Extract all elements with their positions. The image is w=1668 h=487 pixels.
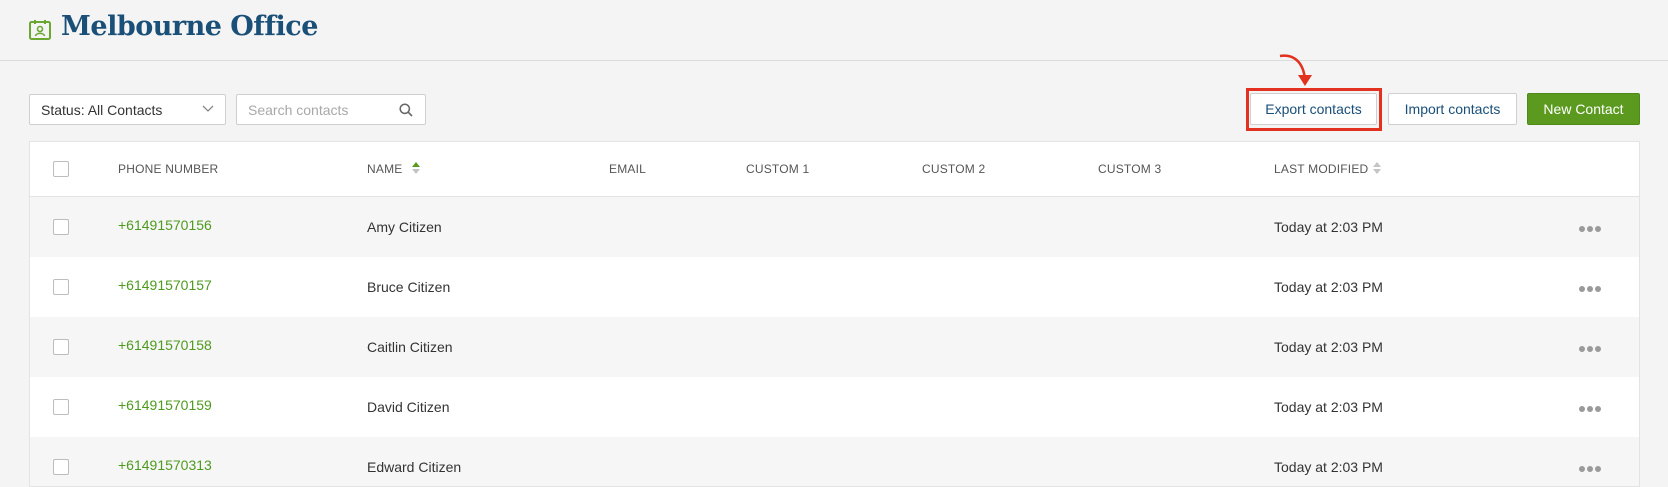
table-row[interactable]: +61491570156 Amy Citizen Today at 2:03 P… — [30, 197, 1639, 257]
phone-link[interactable]: +61491570157 — [118, 277, 212, 293]
more-options-icon[interactable] — [1579, 466, 1601, 472]
last-modified: Today at 2:03 PM — [1274, 459, 1383, 475]
contact-name: Bruce Citizen — [367, 279, 451, 295]
export-contacts-button[interactable]: Export contacts — [1250, 93, 1377, 125]
search-input[interactable] — [237, 95, 397, 124]
status-filter-dropdown[interactable]: Status: All Contacts — [29, 94, 226, 125]
column-header-custom1[interactable]: CUSTOM 1 — [746, 162, 809, 176]
more-options-icon[interactable] — [1579, 346, 1601, 352]
column-header-custom3[interactable]: CUSTOM 3 — [1098, 162, 1161, 176]
chevron-down-icon — [202, 105, 214, 112]
column-header-name[interactable]: NAME — [367, 162, 402, 176]
new-contact-button[interactable]: New Contact — [1527, 93, 1640, 125]
contact-name: Amy Citizen — [367, 219, 442, 235]
row-checkbox[interactable] — [53, 279, 69, 295]
contact-name: Caitlin Citizen — [367, 339, 453, 355]
last-modified: Today at 2:03 PM — [1274, 279, 1383, 295]
phone-link[interactable]: +61491570159 — [118, 397, 212, 413]
table-row[interactable]: +61491570158 Caitlin Citizen Today at 2:… — [30, 317, 1639, 377]
last-modified: Today at 2:03 PM — [1274, 399, 1383, 415]
table-row[interactable]: +61491570159 David Citizen Today at 2:03… — [30, 377, 1639, 437]
column-header-last-modified[interactable]: LAST MODIFIED — [1274, 162, 1368, 176]
more-options-icon[interactable] — [1579, 406, 1601, 412]
more-options-icon[interactable] — [1579, 226, 1601, 232]
column-header-custom2[interactable]: CUSTOM 2 — [922, 162, 985, 176]
phone-link[interactable]: +61491570156 — [118, 217, 212, 233]
contact-name: Edward Citizen — [367, 459, 462, 475]
column-header-email[interactable]: EMAIL — [609, 162, 646, 176]
row-checkbox[interactable] — [53, 339, 69, 355]
contacts-table: PHONE NUMBER NAME EMAIL CUSTOM 1 CUSTOM … — [29, 141, 1640, 487]
status-filter-label: Status: All Contacts — [41, 102, 163, 118]
table-row[interactable]: +61491570157 Bruce Citizen Today at 2:03… — [30, 257, 1639, 317]
row-checkbox[interactable] — [53, 219, 69, 235]
contact-name: David Citizen — [367, 399, 450, 415]
sort-icon[interactable] — [1373, 161, 1381, 175]
search-icon[interactable] — [399, 103, 413, 117]
row-checkbox[interactable] — [53, 459, 69, 475]
top-bar: Melbourne Office — [0, 0, 1668, 61]
sort-ascending-icon[interactable] — [412, 161, 420, 175]
phone-link[interactable]: +61491570158 — [118, 337, 212, 353]
column-header-phone[interactable]: PHONE NUMBER — [118, 162, 218, 176]
table-row[interactable]: +61491570313 Edward Citizen Today at 2:0… — [30, 437, 1639, 486]
page-title: Melbourne Office — [61, 11, 318, 42]
import-contacts-button[interactable]: Import contacts — [1388, 93, 1517, 125]
table-header: PHONE NUMBER NAME EMAIL CUSTOM 1 CUSTOM … — [30, 142, 1639, 197]
select-all-checkbox[interactable] — [53, 161, 69, 177]
more-options-icon[interactable] — [1579, 286, 1601, 292]
phone-link[interactable]: +61491570313 — [118, 457, 212, 473]
contact-book-icon — [29, 20, 51, 40]
search-box — [236, 94, 426, 125]
last-modified: Today at 2:03 PM — [1274, 339, 1383, 355]
row-checkbox[interactable] — [53, 399, 69, 415]
last-modified: Today at 2:03 PM — [1274, 219, 1383, 235]
